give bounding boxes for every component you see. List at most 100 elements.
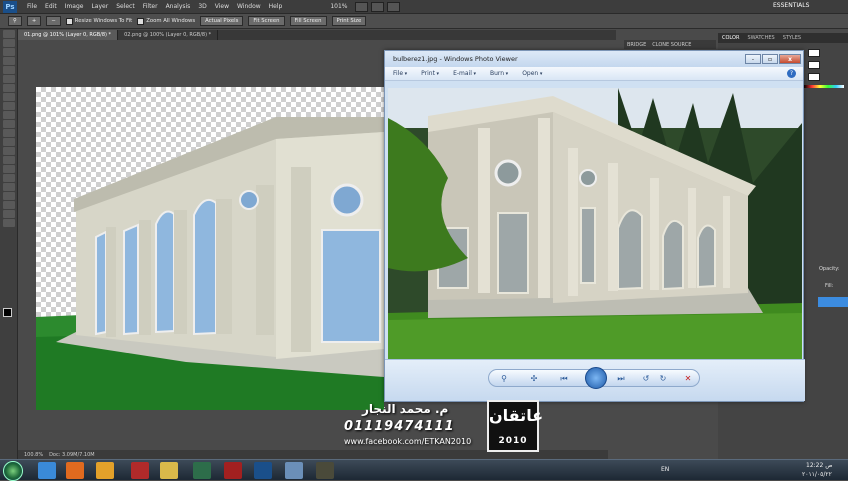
type-tool-icon[interactable]: [3, 165, 15, 173]
autocad-icon[interactable]: [224, 462, 242, 479]
viewer-menu-burn[interactable]: Burn: [490, 70, 508, 77]
menu-window[interactable]: Window: [233, 3, 265, 10]
app-icon-1[interactable]: [131, 462, 149, 479]
arrange-button[interactable]: [386, 1, 400, 12]
start-button[interactable]: [3, 461, 23, 481]
close-button[interactable]: x: [779, 54, 801, 64]
restore-button[interactable]: ▫: [762, 54, 778, 64]
zoom-icon[interactable]: ⚲: [497, 372, 511, 385]
tab-bridge[interactable]: BRIDGE: [624, 42, 649, 48]
language-indicator[interactable]: EN: [661, 466, 669, 473]
tab-swatches[interactable]: SWATCHES: [743, 35, 778, 41]
lasso-tool-icon[interactable]: [3, 48, 15, 56]
photoshop-logo: Ps: [3, 0, 17, 13]
zoom-in-icon[interactable]: +: [26, 16, 42, 26]
viewer-menu-print[interactable]: Print: [421, 70, 439, 77]
clone-stamp-tool-icon[interactable]: [3, 102, 15, 110]
tab-clone-source[interactable]: CLONE SOURCE: [649, 42, 694, 48]
rotate-clockwise-icon[interactable]: ↻: [656, 372, 670, 385]
firefox-icon[interactable]: [66, 462, 84, 479]
internet-explorer-icon[interactable]: [38, 462, 56, 479]
blur-tool-icon[interactable]: [3, 138, 15, 146]
viewer-menu-file[interactable]: File: [393, 70, 407, 77]
crop-tool-icon[interactable]: [3, 66, 15, 74]
gradient-tool-icon[interactable]: [3, 129, 15, 137]
tab-01-png[interactable]: 01.png @ 101% (Layer 0, RGB/8) *: [18, 30, 119, 40]
healing-tool-icon[interactable]: [3, 84, 15, 92]
author-watermark: م. محمد النجار 01119474111 www.facebook.…: [340, 400, 544, 455]
3d-orbit-tool-icon[interactable]: [3, 201, 15, 209]
marquee-tool-icon[interactable]: [3, 39, 15, 47]
menu-image[interactable]: Image: [61, 3, 88, 10]
explorer-folder-icon[interactable]: [160, 462, 178, 479]
zoom-tool-icon[interactable]: ⚲: [8, 16, 22, 26]
print-size-button[interactable]: Print Size: [331, 16, 367, 26]
minimize-button[interactable]: -: [745, 54, 761, 64]
hand-tool-icon[interactable]: [3, 210, 15, 218]
menu-help[interactable]: Help: [265, 3, 287, 10]
photo-viewer-titlebar[interactable]: bulberez1.jpg - Windows Photo Viewer: [385, 51, 803, 67]
history-brush-tool-icon[interactable]: [3, 111, 15, 119]
dodge-tool-icon[interactable]: [3, 147, 15, 155]
hand-tool-button[interactable]: [354, 1, 368, 12]
3dsmax-icon[interactable]: [193, 462, 211, 479]
zoom-level[interactable]: 101%: [326, 3, 351, 10]
resize-windows-checkbox[interactable]: [65, 17, 73, 25]
viewer-menu-open[interactable]: Open: [522, 70, 542, 77]
next-icon[interactable]: ⏭: [614, 372, 628, 385]
menu-filter[interactable]: Filter: [139, 3, 162, 10]
color-value-r[interactable]: [808, 49, 820, 57]
watermark-logo-text: عاتقان: [489, 406, 544, 425]
eraser-tool-icon[interactable]: [3, 120, 15, 128]
menu-file[interactable]: File: [23, 3, 41, 10]
move-tool-icon[interactable]: [3, 30, 15, 38]
zoom-out-icon[interactable]: −: [46, 16, 61, 26]
clock-time[interactable]: 12:22 ص: [806, 462, 832, 469]
zoom-tool-button[interactable]: [370, 1, 384, 12]
menu-analysis[interactable]: Analysis: [162, 3, 195, 10]
selected-layer-row[interactable]: [818, 297, 848, 307]
clock-date[interactable]: ٢٠١١/٠٥/٢٢: [802, 471, 832, 478]
tab-styles[interactable]: STYLES: [779, 35, 805, 41]
3d-rotate-tool-icon[interactable]: [3, 192, 15, 200]
media-player-icon[interactable]: [96, 462, 114, 479]
eyedropper-tool-icon[interactable]: [3, 75, 15, 83]
viewer-menu-email[interactable]: E-mail: [453, 70, 476, 77]
actual-size-icon[interactable]: ✣: [527, 372, 541, 385]
document-canvas[interactable]: [36, 87, 384, 410]
zoom-all-checkbox[interactable]: [137, 17, 145, 25]
menu-select[interactable]: Select: [112, 3, 139, 10]
menu-layer[interactable]: Layer: [87, 3, 112, 10]
brush-tool-icon[interactable]: [3, 93, 15, 101]
watermark-author-name: م. محمد النجار: [362, 402, 449, 416]
viewer-controls: ⚲ ✣ ⏮ ⏭ ↺ ↻ ✕: [488, 367, 700, 389]
photoshop-taskbar-icon[interactable]: [254, 462, 272, 479]
workspace-switcher[interactable]: ESSENTIALS: [773, 2, 809, 9]
pen-tool-icon[interactable]: [3, 156, 15, 164]
actual-pixels-button[interactable]: Actual Pixels: [200, 16, 244, 26]
shape-tool-icon[interactable]: [3, 183, 15, 191]
menu-edit[interactable]: Edit: [41, 3, 61, 10]
previous-icon[interactable]: ⏮: [557, 372, 571, 385]
fit-screen-button[interactable]: Fit Screen: [248, 16, 285, 26]
color-value-b[interactable]: [808, 73, 820, 81]
zoom-tool-sidebar-icon[interactable]: [3, 219, 15, 227]
photo-viewer-toolbar: ⚲ ✣ ⏮ ⏭ ↺ ↻ ✕: [385, 359, 805, 401]
rotate-counterclockwise-icon[interactable]: ↺: [639, 372, 653, 385]
slideshow-button[interactable]: [585, 367, 607, 389]
fill-screen-button[interactable]: Fill Screen: [289, 16, 327, 26]
photo-viewer-taskbar-icon[interactable]: [285, 462, 303, 479]
color-value-g[interactable]: [808, 61, 820, 69]
quick-select-tool-icon[interactable]: [3, 57, 15, 65]
status-zoom[interactable]: 100.8%: [24, 452, 43, 458]
path-select-tool-icon[interactable]: [3, 174, 15, 182]
tab-02-png[interactable]: 02.png @ 100% (Layer 0, RGB/8) *: [118, 30, 219, 40]
menu-view[interactable]: View: [211, 3, 233, 10]
menu-3d[interactable]: 3D: [194, 3, 210, 10]
tab-color[interactable]: COLOR: [718, 35, 743, 41]
color-spectrum[interactable]: [804, 85, 844, 88]
help-icon[interactable]: ?: [787, 69, 796, 78]
app-icon-2[interactable]: [316, 462, 334, 479]
delete-icon[interactable]: ✕: [681, 372, 695, 385]
foreground-color-swatch[interactable]: [3, 308, 12, 317]
